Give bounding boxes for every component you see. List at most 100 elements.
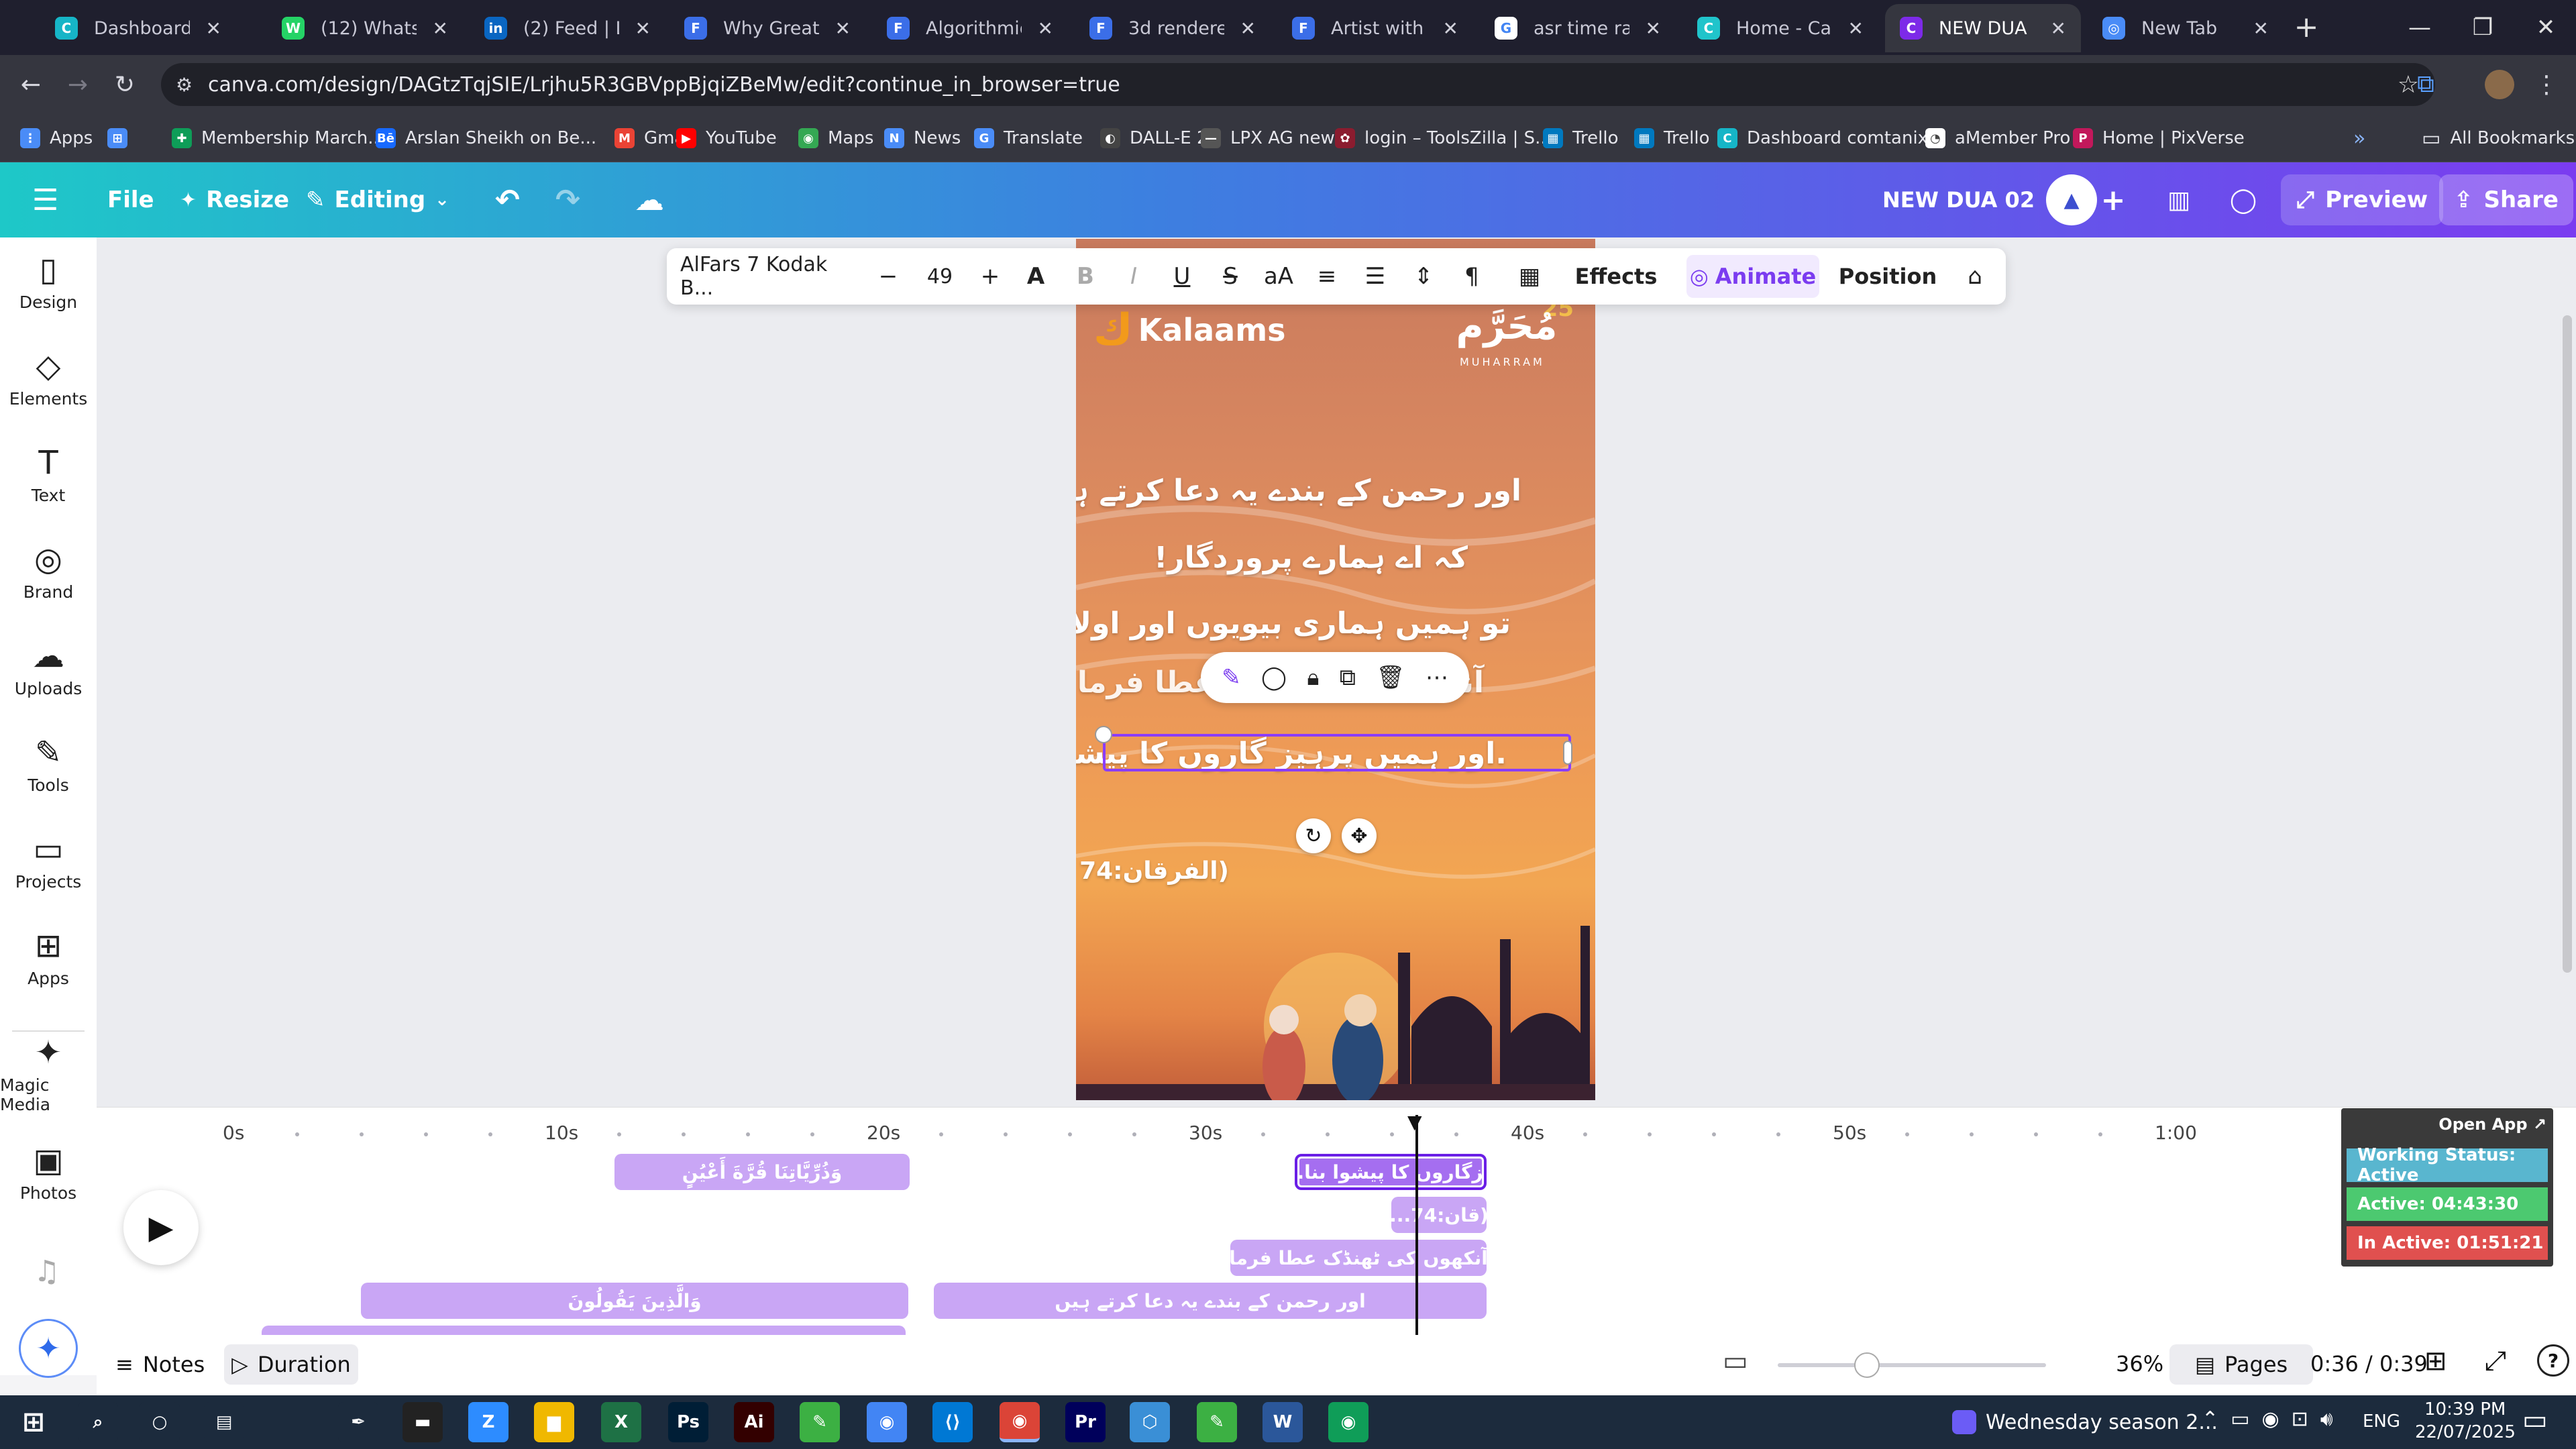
- text-color-icon[interactable]: A: [1016, 248, 1056, 305]
- clock-date[interactable]: 22/07/2025: [2415, 1422, 2516, 1442]
- italic-icon[interactable]: I: [1114, 248, 1154, 305]
- vscode-icon[interactable]: ⟨⟩: [932, 1402, 973, 1442]
- url-input[interactable]: ⚙ canva.com/design/DAGtzTqjSIE/Lrjhu5R3G…: [161, 63, 2435, 106]
- illustrator-icon[interactable]: Ai: [734, 1402, 774, 1442]
- sidebar-item-projects[interactable]: ▭ Projects: [0, 818, 97, 906]
- comments-icon[interactable]: ◯: [2218, 174, 2269, 225]
- back-icon[interactable]: ←: [13, 67, 48, 102]
- bookmark-item[interactable]: ✿ login – ToolsZilla | S...: [1335, 123, 1552, 153]
- bookmark-item[interactable]: P Home | PixVerse: [2073, 123, 2245, 153]
- insights-icon[interactable]: ▥: [2153, 174, 2204, 225]
- bookmark-item[interactable]: ▦ Trello: [1543, 123, 1619, 153]
- help-icon[interactable]: ?: [2537, 1344, 2569, 1377]
- cloud-saved-icon[interactable]: ☁: [635, 162, 664, 237]
- browser-tab[interactable]: F Algorithmic ar ✕: [872, 4, 1068, 52]
- bookmark-item[interactable]: Bē Arslan Sheikh on Be...: [376, 123, 596, 153]
- browser-menu-icon[interactable]: ⋮: [2529, 67, 2564, 102]
- system-tray-icons[interactable]: ⌃▭◉⊡🔊︎: [2202, 1407, 2345, 1431]
- premiere-icon[interactable]: Pr: [1065, 1402, 1106, 1442]
- grid-view-icon[interactable]: ⊞: [2424, 1346, 2447, 1377]
- fullscreen-icon[interactable]: ⤢: [2485, 1346, 2506, 1377]
- chrome2-icon[interactable]: ◉: [1328, 1402, 1368, 1442]
- duplicate-icon[interactable]: ⧉: [1340, 664, 1356, 691]
- dua-line-2[interactable]: !کہ اے ہمارے پروردگار: [1154, 541, 1468, 575]
- position-button[interactable]: Position: [1834, 248, 1941, 305]
- language-indicator[interactable]: ENG: [2363, 1411, 2400, 1432]
- sidebar-item-tools[interactable]: ✎ Tools: [0, 722, 97, 809]
- delete-icon[interactable]: 🗑︎: [1376, 664, 1405, 691]
- strikethrough-icon[interactable]: S: [1210, 248, 1250, 305]
- copy-style-icon[interactable]: ⌂: [1955, 248, 1995, 305]
- move-handle-icon[interactable]: ✥: [1342, 818, 1377, 853]
- bookmark-item[interactable]: ▶ YouTube: [676, 123, 777, 153]
- taskview-icon[interactable]: ▤: [204, 1402, 244, 1442]
- kalaams-logo[interactable]: ك Kalaams: [1093, 309, 1286, 352]
- browser-tab[interactable]: W (12) WhatsApp ✕: [267, 4, 463, 52]
- explorer-icon[interactable]: ▆: [534, 1402, 574, 1442]
- sidebar-item-design[interactable]: ▯ Design: [0, 239, 97, 326]
- bookmark-item[interactable]: — LPX AG new: [1201, 123, 1335, 153]
- tab-close-icon[interactable]: ✕: [1646, 17, 1661, 40]
- profile-avatar[interactable]: [2482, 67, 2517, 102]
- word-icon[interactable]: W: [1263, 1402, 1303, 1442]
- bookmark-item[interactable]: ◉ Maps: [798, 123, 873, 153]
- document-title[interactable]: NEW DUA 02: [1882, 162, 2035, 237]
- bookmark-item[interactable]: ⋮ Apps: [20, 123, 93, 153]
- media-widget[interactable]: Wednesday season 2...: [1952, 1406, 2218, 1438]
- timeline-clip[interactable]: ...پیزگاروں کا پیشوا بنا: [1295, 1154, 1487, 1190]
- browser-tab[interactable]: C Home - Canva ✕: [1682, 4, 1878, 52]
- feather2-icon[interactable]: ✎: [1197, 1402, 1237, 1442]
- timeline-clip[interactable]: ...قان:74): [1391, 1197, 1487, 1233]
- search-icon[interactable]: ⌕: [78, 1402, 118, 1442]
- tab-close-icon[interactable]: ✕: [206, 17, 221, 40]
- browser-tab[interactable]: in (2) Feed | Linke ✕: [470, 4, 665, 52]
- muharram-badge[interactable]: 25 مُحَرَّم MUHARRAM: [1446, 295, 1580, 376]
- clock-time[interactable]: 10:39 PM: [2424, 1399, 2506, 1419]
- page-view-icon[interactable]: ▭: [1723, 1346, 1748, 1377]
- bookmark-item[interactable]: ✚ Membership March...: [172, 123, 384, 153]
- bookmark-item[interactable]: ◐ DALL-E 2: [1100, 123, 1208, 153]
- reload-icon[interactable]: ↻: [107, 67, 142, 102]
- browser-tab[interactable]: Gasr time rawalp ✕: [1480, 4, 1676, 52]
- zoom-slider-track[interactable]: [1778, 1363, 2046, 1367]
- add-collaborator-icon[interactable]: +: [2088, 174, 2139, 225]
- font-size-increase[interactable]: +: [970, 248, 1010, 305]
- selection-handle-left[interactable]: [1095, 726, 1112, 743]
- preview-button[interactable]: ⤢ Preview: [2281, 174, 2443, 225]
- hex-icon[interactable]: ⬡: [1130, 1402, 1170, 1442]
- more-options-icon[interactable]: ⋯: [1426, 664, 1448, 691]
- transparency-icon[interactable]: ▦: [1509, 248, 1550, 305]
- open-app-link[interactable]: Open App ↗: [2438, 1115, 2546, 1134]
- spacing-icon[interactable]: ⇕: [1403, 248, 1444, 305]
- play-button[interactable]: ▶: [123, 1190, 199, 1265]
- font-size-decrease[interactable]: −: [868, 248, 908, 305]
- bookmark-item[interactable]: C Dashboard comtanix: [1717, 123, 1928, 153]
- tab-close-icon[interactable]: ✕: [1038, 17, 1053, 40]
- magic-assistant-button[interactable]: ✦: [19, 1319, 78, 1378]
- zoom-slider-thumb[interactable]: [1854, 1352, 1880, 1378]
- playhead[interactable]: [1415, 1115, 1418, 1340]
- timeline-clip[interactable]: وَذُرِّيَّاتِنَا قُرَّةَ أَعْيُنٍ: [614, 1154, 910, 1190]
- tab-close-icon[interactable]: ✕: [433, 17, 448, 40]
- pen-icon[interactable]: ✒: [338, 1402, 378, 1442]
- comment-add-icon[interactable]: ◯: [1261, 664, 1287, 691]
- sidebar-item-uploads[interactable]: ☁ Uploads: [0, 625, 97, 712]
- align-center-icon[interactable]: ≡: [1307, 248, 1347, 305]
- selection-handle-right[interactable]: [1563, 741, 1572, 765]
- timeline-clip[interactable]: آنکھوں کی ٹھنڈک عطا فرما: [1230, 1240, 1487, 1276]
- terminal-icon[interactable]: ▬: [402, 1402, 443, 1442]
- editing-mode-dropdown[interactable]: ✎ Editing ⌄: [306, 162, 449, 237]
- sidebar-item-photos[interactable]: ▣ Photos: [0, 1130, 97, 1217]
- duration-button[interactable]: ▷ Duration: [224, 1344, 358, 1385]
- effects-button[interactable]: Effects: [1572, 248, 1660, 305]
- close-window-icon[interactable]: ✕: [2514, 0, 2576, 55]
- playhead-marker-icon[interactable]: ▼: [1407, 1111, 1422, 1133]
- dua-line-1[interactable]: اور رحمن کے بندے یہ دعا کرتے ہیں: [1076, 474, 1521, 508]
- timeline-clip[interactable]: وَالَّذِينَ يَقُولُونَ: [361, 1283, 908, 1319]
- timeline-clip[interactable]: اور رحمن کے بندے یہ دعا کرتے ہیں: [934, 1283, 1487, 1319]
- bold-icon[interactable]: B: [1065, 248, 1106, 305]
- hamburger-menu-icon[interactable]: ☰: [32, 162, 58, 237]
- bookmark-item[interactable]: ⊞: [107, 123, 127, 153]
- redo-icon[interactable]: ↷: [555, 162, 580, 237]
- notifications-icon[interactable]: ▭: [2522, 1405, 2548, 1436]
